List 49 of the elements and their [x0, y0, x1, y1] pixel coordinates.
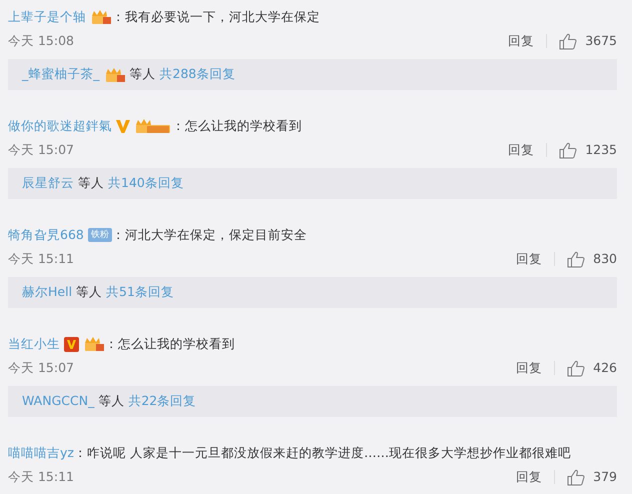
like-icon[interactable] [567, 250, 586, 268]
reply-count-link[interactable]: 共288条回复 [160, 65, 236, 84]
reply-link[interactable]: 回复 [508, 32, 534, 50]
like-count: 379 [593, 468, 617, 486]
reply-others-text: 等人 [76, 283, 102, 302]
reply-user-name[interactable]: 赫尔Hell [22, 283, 72, 302]
reply-user-name[interactable]: WANGCCN_ [22, 392, 94, 411]
comment-text: ：河北大学在保定，保定目前安全 [112, 226, 307, 244]
reply-user-name[interactable]: _蜂蜜柚子茶_ [22, 65, 100, 84]
reply-count-link[interactable]: 共140条回复 [108, 174, 184, 193]
like-count: 830 [593, 250, 617, 268]
comment-text: ：我有必要说一下，河北大学在保定 [112, 8, 320, 26]
reply-count-link[interactable]: 共22条回复 [128, 392, 196, 411]
reply-link[interactable]: 回复 [508, 140, 534, 160]
user-name[interactable]: 喵喵喵吉yz [8, 444, 74, 462]
like-count: 426 [593, 358, 617, 377]
timestamp: 今天 15:11 [8, 468, 74, 486]
comment-text: ：怎么让我的学校看到 [105, 334, 235, 353]
reply-link[interactable]: 回复 [516, 358, 542, 378]
reply-link[interactable]: 回复 [516, 468, 542, 486]
timestamp: 今天 15:07 [8, 358, 74, 377]
fan-badge-icon [134, 118, 172, 134]
like-icon[interactable] [559, 32, 578, 50]
timestamp: 今天 15:08 [8, 32, 74, 50]
timestamp: 今天 15:07 [8, 140, 74, 159]
user-name[interactable]: 犄角旮旯668 [8, 226, 84, 244]
reply-others-text: 等人 [78, 174, 104, 192]
user-name[interactable]: 做你的歌迷超鉡氣 [8, 116, 112, 136]
timestamp: 今天 15:11 [8, 250, 74, 268]
reply-others-text: 等人 [98, 392, 124, 410]
like-count: 1235 [585, 140, 617, 159]
fan-tag: 铁粉 [88, 228, 112, 242]
reply-user-name[interactable]: 辰星舒云 [22, 174, 74, 193]
fan-badge-icon [104, 66, 126, 82]
verified-v-icon [116, 120, 130, 132]
reply-count-link[interactable]: 共51条回复 [106, 283, 174, 302]
like-icon[interactable] [559, 142, 578, 158]
user-name[interactable]: 上辈子是个轴 [8, 8, 86, 26]
like-icon[interactable] [567, 468, 586, 486]
reply-link[interactable]: 回复 [516, 250, 542, 268]
like-icon[interactable] [567, 360, 586, 376]
fan-badge-icon [83, 336, 105, 352]
reply-others-text: 等人 [130, 65, 156, 84]
comment-text: ：咋说呢 人家是十一元旦都没放假来赶的教学进度……现在很多大学想抄作业都很难吧 [74, 444, 571, 462]
like-count: 3675 [585, 32, 617, 50]
user-name[interactable]: 当红小生 [8, 334, 60, 354]
fan-badge-icon [90, 9, 112, 25]
comment-text: ：怎么让我的学校看到 [172, 116, 302, 135]
vip-v-icon [64, 336, 79, 352]
